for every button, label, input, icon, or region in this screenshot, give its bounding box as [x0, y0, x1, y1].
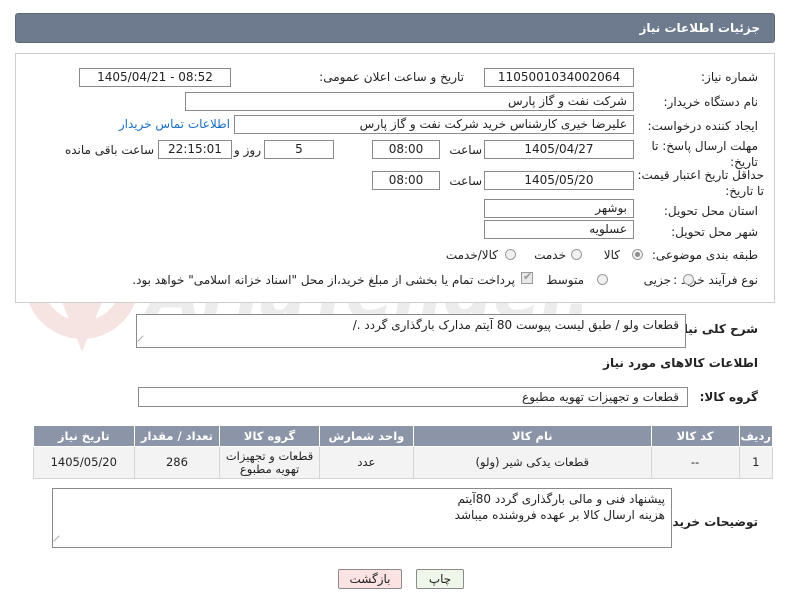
category-both-radio[interactable] — [505, 249, 516, 260]
remaining-time-field[interactable]: 22:15:01 — [158, 140, 232, 159]
city-field[interactable]: عسلویه — [484, 220, 634, 239]
buyer-org-label: نام دستگاه خریدار: — [663, 95, 759, 109]
process-minor-radio[interactable] — [683, 274, 694, 285]
category-goods-radio[interactable] — [632, 249, 643, 260]
need-details-page: جزئیات اطلاعات نیاز AriaTender.net شماره… — [0, 0, 788, 606]
category-service-radio[interactable] — [571, 249, 582, 260]
cell-row-number: 1 — [738, 446, 774, 479]
col-row-number: ردیف — [738, 425, 774, 447]
buyer-notes-line-1: پیشنهاد فنی و مالی بارگذاری گردد 80آیتم — [457, 492, 665, 506]
goods-group-field[interactable]: قطعات و تجهیزات تهویه مطبوع — [138, 387, 688, 407]
resize-handle-icon[interactable] — [137, 335, 149, 347]
announce-label: تاریخ و ساعت اعلان عمومی: — [319, 70, 464, 84]
header-bar: جزئیات اطلاعات نیاز — [15, 13, 775, 43]
price-deadline-label: حداقل تاریخ اعتبار قیمت: تا تاریخ: — [637, 168, 764, 198]
process-minor-label: جزیی — [643, 273, 671, 287]
price-time-field[interactable]: 08:00 — [372, 171, 440, 190]
creator-label: ایجاد کننده درخواست: — [647, 119, 758, 133]
buyer-notes-field[interactable]: پیشنهاد فنی و مالی بارگذاری گردد 80آیتم … — [52, 488, 672, 548]
cell-item-name: قطعات یدکی شیر (ولو) — [412, 446, 652, 479]
col-item-code: کد کالا — [650, 425, 740, 447]
col-group: گروه کالا — [219, 425, 320, 447]
col-quantity: تعداد / مقدار — [133, 425, 221, 447]
col-item-name: نام کالا — [412, 425, 652, 447]
reply-date-field[interactable]: 1405/04/27 — [484, 140, 634, 159]
reply-deadline-label: مهلت ارسال پاسخ: تا تاریخ: — [651, 139, 758, 169]
description-field[interactable]: قطعات ولو / طبق لیست پیوست 80 آیتم مدارک… — [136, 314, 686, 348]
city-label: شهر محل تحویل: — [671, 225, 758, 239]
category-service-label: خدمت — [534, 248, 566, 262]
page-title: جزئیات اطلاعات نیاز — [639, 21, 760, 35]
province-field[interactable]: بوشهر — [484, 199, 634, 218]
category-label: طبقه بندی موضوعی: — [651, 248, 758, 262]
announce-field[interactable]: 1405/04/21 - 08:52 — [79, 68, 231, 87]
cell-item-code: -- — [650, 446, 740, 479]
col-unit: واحد شمارش — [318, 425, 414, 447]
buyer-notes-line-2: هزینه ارسال کالا بر عهده فروشنده میباشد — [454, 508, 665, 522]
creator-field[interactable]: علیرضا خیری کارشناس خرید شرکت نفت و گاز … — [234, 115, 634, 134]
process-medium-radio[interactable] — [597, 274, 608, 285]
process-medium-label: متوسط — [546, 273, 584, 287]
cell-unit: عدد — [318, 446, 414, 479]
need-number-label: شماره نیاز: — [701, 70, 758, 84]
cell-quantity: 286 — [133, 446, 221, 479]
resize-handle-icon[interactable] — [53, 535, 65, 547]
description-text: قطعات ولو / طبق لیست پیوست 80 آیتم مدارک… — [352, 318, 679, 332]
back-button[interactable]: بازگشت — [338, 569, 402, 589]
treasury-note: پرداخت تمام یا بخشی از مبلغ خرید،از محل … — [132, 273, 515, 287]
table-row[interactable]: 1 -- قطعات یدکی شیر (ولو) عدد قطعات و تج… — [33, 446, 774, 479]
treasury-checkbox[interactable] — [521, 270, 533, 284]
col-need-date: تاریخ نیاز — [33, 425, 135, 447]
cell-need-date: 1405/05/20 — [33, 446, 135, 479]
days-label: روز و — [234, 143, 261, 157]
buyer-contact-link[interactable]: اطلاعات تماس خریدار — [119, 117, 230, 131]
print-button[interactable]: چاپ — [416, 569, 464, 589]
category-goods-label: کالا — [603, 248, 620, 262]
category-both-label: کالا/خدمت — [445, 248, 498, 262]
reply-time-field[interactable]: 08:00 — [372, 140, 440, 159]
province-label: استان محل تحویل: — [663, 204, 758, 218]
reply-time-label: ساعت — [449, 143, 482, 157]
cell-group: قطعات و تجهیزات تهویه مطبوع — [219, 446, 320, 479]
items-table: ردیف کد کالا نام کالا واحد شمارش گروه کا… — [33, 425, 774, 479]
goods-group-label: گروه کالا: — [699, 390, 758, 404]
need-number-field[interactable]: 1105001034002064 — [484, 68, 634, 87]
price-time-label: ساعت — [449, 174, 482, 188]
table-header-row: ردیف کد کالا نام کالا واحد شمارش گروه کا… — [33, 425, 774, 447]
remaining-label: ساعت باقی مانده — [64, 143, 154, 157]
goods-info-title: اطلاعات کالاهای مورد نیاز — [603, 356, 758, 370]
price-date-field[interactable]: 1405/05/20 — [484, 171, 634, 190]
buyer-org-field[interactable]: شرکت نفت و گاز پارس — [185, 92, 634, 111]
days-field[interactable]: 5 — [264, 140, 334, 159]
